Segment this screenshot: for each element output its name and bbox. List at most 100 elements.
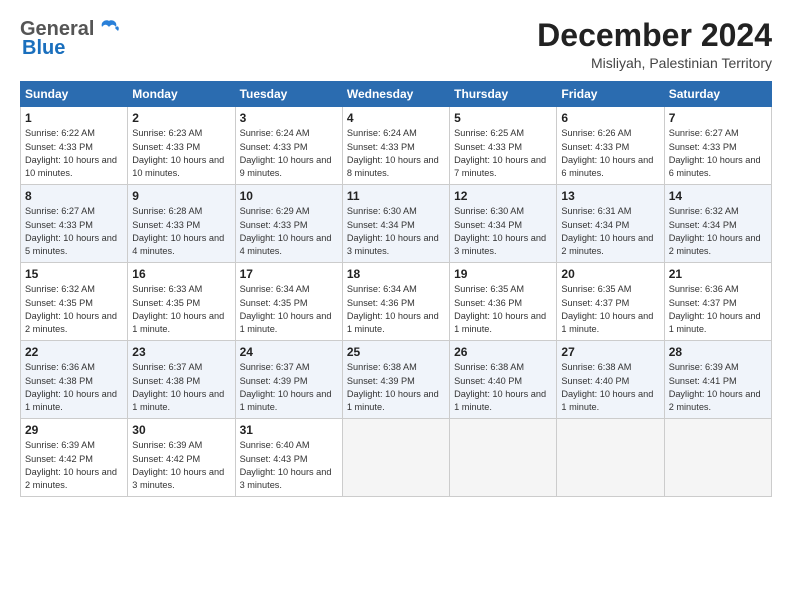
- day-info: Sunrise: 6:35 AMSunset: 4:37 PMDaylight:…: [561, 284, 653, 334]
- day-cell: 23Sunrise: 6:37 AMSunset: 4:38 PMDayligh…: [128, 341, 235, 419]
- day-info: Sunrise: 6:24 AMSunset: 4:33 PMDaylight:…: [240, 128, 332, 178]
- day-number: 16: [132, 267, 230, 281]
- calendar-page: General Blue December 2024 Misliyah, Pal…: [0, 0, 792, 612]
- day-info: Sunrise: 6:32 AMSunset: 4:35 PMDaylight:…: [25, 284, 117, 334]
- day-info: Sunrise: 6:29 AMSunset: 4:33 PMDaylight:…: [240, 206, 332, 256]
- col-header-friday: Friday: [557, 82, 664, 107]
- day-number: 8: [25, 189, 123, 203]
- day-number: 7: [669, 111, 767, 125]
- day-info: Sunrise: 6:26 AMSunset: 4:33 PMDaylight:…: [561, 128, 653, 178]
- day-info: Sunrise: 6:27 AMSunset: 4:33 PMDaylight:…: [669, 128, 761, 178]
- day-number: 26: [454, 345, 552, 359]
- day-number: 27: [561, 345, 659, 359]
- day-cell: 19 Sunrise: 6:35 AMSunset: 4:36 PMDayligh…: [450, 263, 557, 341]
- day-cell: [450, 419, 557, 497]
- day-info: Sunrise: 6:31 AMSunset: 4:34 PMDaylight:…: [561, 206, 653, 256]
- day-cell: 30 Sunrise: 6:39 AMSunset: 4:42 PMDayligh…: [128, 419, 235, 497]
- day-info: Sunrise: 6:33 AMSunset: 4:35 PMDaylight:…: [132, 284, 224, 334]
- day-info: Sunrise: 6:37 AMSunset: 4:38 PMDaylight:…: [132, 362, 224, 412]
- week-row-5: 29 Sunrise: 6:39 AMSunset: 4:42 PMDayligh…: [21, 419, 772, 497]
- day-number: 21: [669, 267, 767, 281]
- day-cell: 26 Sunrise: 6:38 AMSunset: 4:40 PMDayligh…: [450, 341, 557, 419]
- day-number: 15: [25, 267, 123, 281]
- day-number: 3: [240, 111, 338, 125]
- day-cell: 15 Sunrise: 6:32 AMSunset: 4:35 PMDayligh…: [21, 263, 128, 341]
- day-cell: 9 Sunrise: 6:28 AMSunset: 4:33 PMDaylight…: [128, 185, 235, 263]
- day-info: Sunrise: 6:32 AMSunset: 4:34 PMDaylight:…: [669, 206, 761, 256]
- day-info: Sunrise: 6:35 AMSunset: 4:36 PMDaylight:…: [454, 284, 546, 334]
- day-info: Sunrise: 6:39 AMSunset: 4:41 PMDaylight:…: [669, 362, 761, 412]
- day-number: 6: [561, 111, 659, 125]
- day-info: Sunrise: 6:39 AMSunset: 4:42 PMDaylight:…: [25, 440, 117, 490]
- day-info: Sunrise: 6:22 AMSunset: 4:33 PMDaylight:…: [25, 128, 117, 178]
- day-cell: 12Sunrise: 6:30 AMSunset: 4:34 PMDayligh…: [450, 185, 557, 263]
- col-header-thursday: Thursday: [450, 82, 557, 107]
- day-number: 29: [25, 423, 123, 437]
- day-cell: 7 Sunrise: 6:27 AMSunset: 4:33 PMDaylight…: [664, 107, 771, 185]
- day-info: Sunrise: 6:39 AMSunset: 4:42 PMDaylight:…: [132, 440, 224, 490]
- day-cell: 17Sunrise: 6:34 AMSunset: 4:35 PMDayligh…: [235, 263, 342, 341]
- day-cell: 13Sunrise: 6:31 AMSunset: 4:34 PMDayligh…: [557, 185, 664, 263]
- day-info: Sunrise: 6:28 AMSunset: 4:33 PMDaylight:…: [132, 206, 224, 256]
- month-title: December 2024: [537, 18, 772, 53]
- day-info: Sunrise: 6:30 AMSunset: 4:34 PMDaylight:…: [347, 206, 439, 256]
- day-number: 17: [240, 267, 338, 281]
- day-number: 4: [347, 111, 445, 125]
- day-info: Sunrise: 6:27 AMSunset: 4:33 PMDaylight:…: [25, 206, 117, 256]
- day-cell: 2Sunrise: 6:23 AMSunset: 4:33 PMDaylight…: [128, 107, 235, 185]
- day-number: 28: [669, 345, 767, 359]
- day-info: Sunrise: 6:40 AMSunset: 4:43 PMDaylight:…: [240, 440, 332, 490]
- col-header-saturday: Saturday: [664, 82, 771, 107]
- day-cell: 3 Sunrise: 6:24 AMSunset: 4:33 PMDaylight…: [235, 107, 342, 185]
- day-cell: 8 Sunrise: 6:27 AMSunset: 4:33 PMDaylight…: [21, 185, 128, 263]
- day-cell: 14 Sunrise: 6:32 AMSunset: 4:34 PMDayligh…: [664, 185, 771, 263]
- day-info: Sunrise: 6:36 AMSunset: 4:37 PMDaylight:…: [669, 284, 761, 334]
- day-number: 31: [240, 423, 338, 437]
- day-number: 19: [454, 267, 552, 281]
- day-cell: 29 Sunrise: 6:39 AMSunset: 4:42 PMDayligh…: [21, 419, 128, 497]
- logo-bird-icon: [98, 19, 120, 39]
- day-number: 9: [132, 189, 230, 203]
- day-number: 30: [132, 423, 230, 437]
- day-cell: 4Sunrise: 6:24 AMSunset: 4:33 PMDaylight…: [342, 107, 449, 185]
- day-cell: [342, 419, 449, 497]
- day-number: 10: [240, 189, 338, 203]
- day-number: 11: [347, 189, 445, 203]
- day-cell: 28 Sunrise: 6:39 AMSunset: 4:41 PMDayligh…: [664, 341, 771, 419]
- day-cell: 1 Sunrise: 6:22 AMSunset: 4:33 PMDaylight…: [21, 107, 128, 185]
- col-header-tuesday: Tuesday: [235, 82, 342, 107]
- header-row: SundayMondayTuesdayWednesdayThursdayFrid…: [21, 82, 772, 107]
- day-info: Sunrise: 6:38 AMSunset: 4:39 PMDaylight:…: [347, 362, 439, 412]
- week-row-4: 22Sunrise: 6:36 AMSunset: 4:38 PMDayligh…: [21, 341, 772, 419]
- day-info: Sunrise: 6:36 AMSunset: 4:38 PMDaylight:…: [25, 362, 117, 412]
- day-number: 24: [240, 345, 338, 359]
- day-info: Sunrise: 6:34 AMSunset: 4:36 PMDaylight:…: [347, 284, 439, 334]
- day-number: 14: [669, 189, 767, 203]
- day-cell: 31 Sunrise: 6:40 AMSunset: 4:43 PMDayligh…: [235, 419, 342, 497]
- day-number: 18: [347, 267, 445, 281]
- day-cell: 6 Sunrise: 6:26 AMSunset: 4:33 PMDaylight…: [557, 107, 664, 185]
- day-cell: 10 Sunrise: 6:29 AMSunset: 4:33 PMDayligh…: [235, 185, 342, 263]
- day-cell: 20Sunrise: 6:35 AMSunset: 4:37 PMDayligh…: [557, 263, 664, 341]
- week-row-3: 15 Sunrise: 6:32 AMSunset: 4:35 PMDayligh…: [21, 263, 772, 341]
- day-cell: 25 Sunrise: 6:38 AMSunset: 4:39 PMDayligh…: [342, 341, 449, 419]
- day-info: Sunrise: 6:23 AMSunset: 4:33 PMDaylight:…: [132, 128, 224, 178]
- day-cell: [557, 419, 664, 497]
- day-cell: 11 Sunrise: 6:30 AMSunset: 4:34 PMDayligh…: [342, 185, 449, 263]
- day-info: Sunrise: 6:37 AMSunset: 4:39 PMDaylight:…: [240, 362, 332, 412]
- day-info: Sunrise: 6:30 AMSunset: 4:34 PMDaylight:…: [454, 206, 546, 256]
- day-cell: 27 Sunrise: 6:38 AMSunset: 4:40 PMDayligh…: [557, 341, 664, 419]
- day-number: 1: [25, 111, 123, 125]
- week-row-1: 1 Sunrise: 6:22 AMSunset: 4:33 PMDaylight…: [21, 107, 772, 185]
- title-block: December 2024 Misliyah, Palestinian Terr…: [537, 18, 772, 71]
- day-number: 5: [454, 111, 552, 125]
- day-info: Sunrise: 6:38 AMSunset: 4:40 PMDaylight:…: [454, 362, 546, 412]
- day-number: 25: [347, 345, 445, 359]
- day-cell: 22Sunrise: 6:36 AMSunset: 4:38 PMDayligh…: [21, 341, 128, 419]
- day-cell: 16 Sunrise: 6:33 AMSunset: 4:35 PMDayligh…: [128, 263, 235, 341]
- day-cell: [664, 419, 771, 497]
- day-cell: 18 Sunrise: 6:34 AMSunset: 4:36 PMDayligh…: [342, 263, 449, 341]
- logo-blue-text: Blue: [22, 37, 65, 60]
- col-header-monday: Monday: [128, 82, 235, 107]
- day-info: Sunrise: 6:38 AMSunset: 4:40 PMDaylight:…: [561, 362, 653, 412]
